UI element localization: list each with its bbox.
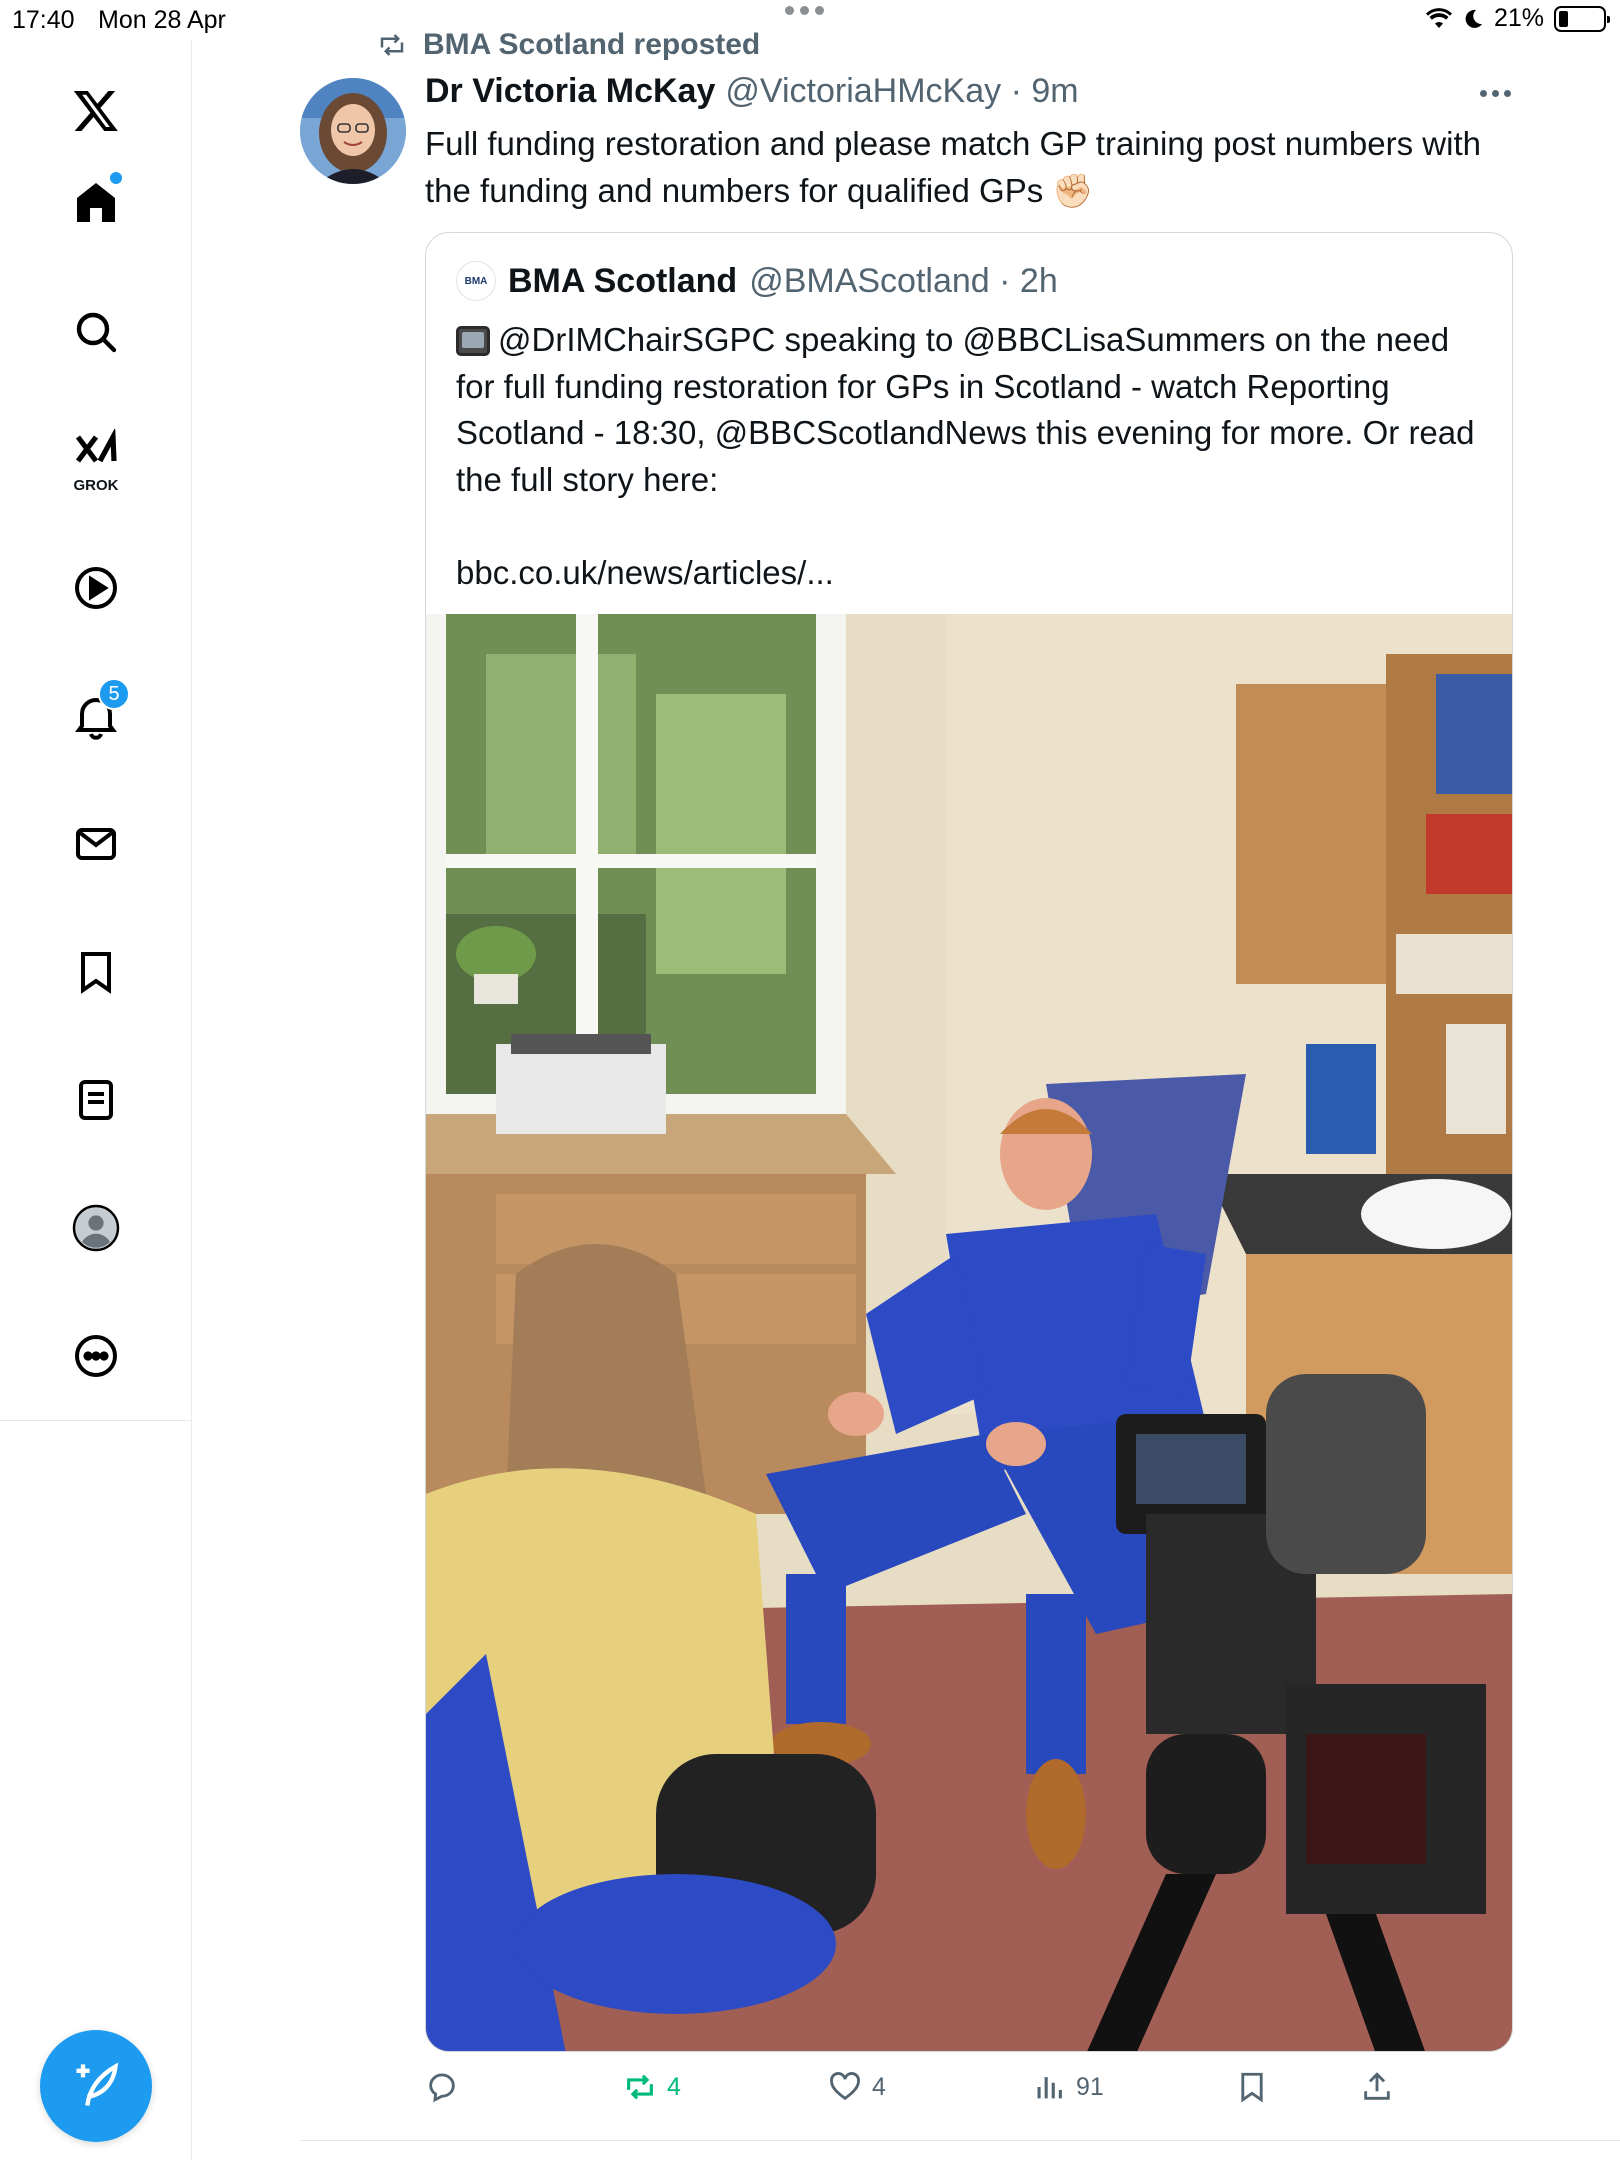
notifications-icon[interactable]: 5 [56, 676, 136, 756]
profile-icon[interactable] [56, 1188, 136, 1268]
views-button[interactable]: 91 [1032, 2070, 1104, 2104]
quote-media-image[interactable] [426, 614, 1512, 2051]
video-icon[interactable] [56, 548, 136, 628]
post-more-icon[interactable] [1480, 90, 1511, 97]
quote-author-name[interactable]: BMA Scotland [508, 262, 737, 301]
home-icon[interactable] [56, 162, 136, 242]
moon-icon [1465, 9, 1482, 28]
author-avatar[interactable] [300, 78, 406, 184]
quote-author-meta[interactable]: @BMAScotland · 2h [749, 262, 1058, 301]
share-icon [1364, 2072, 1390, 2100]
views-count: 91 [1076, 2072, 1104, 2101]
quote-header: BMA BMA Scotland @BMAScotland · 2h [456, 261, 1058, 301]
author-name[interactable]: Dr Victoria McKay [425, 72, 715, 111]
bookmark-icon [1241, 2072, 1263, 2103]
post-header: Dr Victoria McKay @VictoriaHMcKay · 9m [425, 72, 1079, 111]
repost-button[interactable]: 4 [623, 2070, 681, 2104]
views-icon [1037, 2077, 1062, 2099]
grok-icon[interactable]: GROK [56, 420, 136, 500]
battery-icon [1554, 5, 1610, 32]
status-bar: 17:40 Mon 28 Apr 21% [0, 0, 1620, 40]
quoted-post[interactable]: BMA BMA Scotland @BMAScotland · 2h @DrIM… [425, 232, 1513, 2052]
grok-label: GROK [73, 477, 119, 494]
television-icon [456, 326, 490, 356]
messages-icon[interactable] [56, 804, 136, 884]
repost-icon [627, 2074, 653, 2100]
bookmark-button[interactable] [1235, 2070, 1269, 2104]
notifications-badge: 5 [98, 678, 130, 710]
status-date: Mon 28 Apr [98, 6, 226, 34]
like-count: 4 [872, 2072, 886, 2101]
sidebar-nav: GROK 5 [0, 40, 192, 2160]
battery-percent: 21% [1493, 4, 1544, 32]
quote-text-block: @DrIMChairSGPC speaking to @BBCLisaSumme… [456, 317, 1486, 596]
post-divider [300, 2140, 1620, 2141]
post-actions: 4 4 91 [425, 2070, 1535, 2120]
compose-icon [76, 2062, 119, 2106]
home-unread-dot [110, 172, 122, 184]
wifi-icon [1425, 7, 1452, 28]
reply-icon [429, 2073, 455, 2103]
author-meta[interactable]: @VictoriaHMcKay · 9m [725, 72, 1078, 111]
repost-icon [380, 34, 404, 56]
x-logo-icon[interactable] [56, 70, 136, 150]
search-icon[interactable] [56, 292, 136, 372]
share-button[interactable] [1360, 2070, 1394, 2104]
repost-context[interactable]: BMA Scotland reposted [375, 28, 760, 62]
quote-text: @DrIMChairSGPC speaking to @BBCLisaSumme… [456, 321, 1475, 591]
sidebar-divider [0, 1420, 192, 1421]
compose-button[interactable] [40, 2030, 152, 2142]
lists-icon[interactable] [56, 1060, 136, 1140]
more-icon[interactable] [56, 1316, 136, 1396]
status-indicators: 21% [1425, 4, 1610, 33]
repost-label: BMA Scotland reposted [423, 28, 761, 61]
multitasking-dots-icon[interactable] [785, 6, 824, 15]
status-time: 17:40 [12, 6, 75, 34]
like-button[interactable]: 4 [828, 2070, 886, 2104]
quote-avatar[interactable]: BMA [456, 261, 496, 301]
bookmarks-icon[interactable] [56, 932, 136, 1012]
reply-button[interactable] [425, 2070, 469, 2104]
repost-count: 4 [667, 2072, 681, 2101]
post-text: Full funding restoration and please matc… [425, 125, 1481, 209]
heart-icon [830, 2072, 860, 2101]
